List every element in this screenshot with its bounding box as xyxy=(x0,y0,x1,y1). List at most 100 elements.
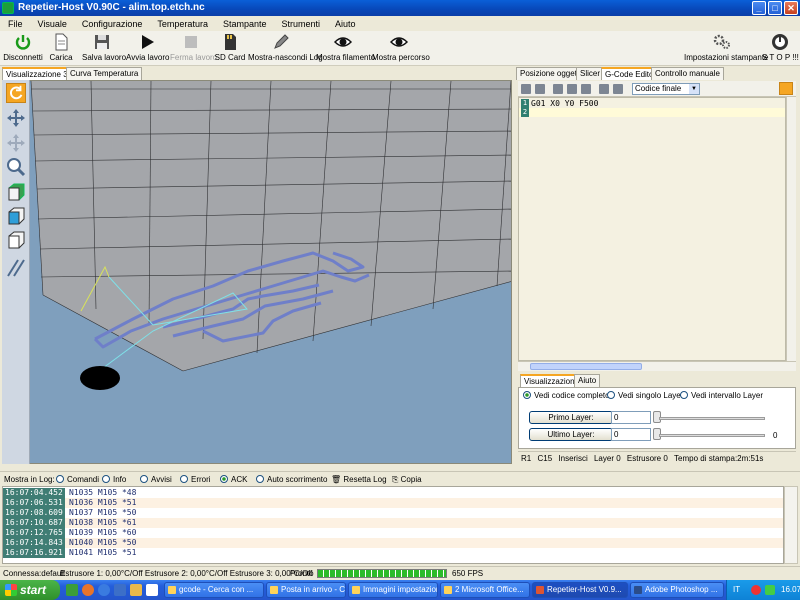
quicklaunch-icon[interactable] xyxy=(66,584,78,596)
menu-view[interactable]: Visuale xyxy=(30,16,74,31)
scroll-thumb[interactable] xyxy=(530,363,642,370)
filter-info[interactable]: Info xyxy=(102,475,126,485)
folder-icon[interactable] xyxy=(130,584,142,596)
editor-vertical-scrollbar[interactable] xyxy=(786,97,796,361)
zoom-icon[interactable] xyxy=(6,157,26,177)
rotate-icon[interactable] xyxy=(6,83,26,103)
tab-slicer[interactable]: Slicer xyxy=(576,67,605,80)
folder-icon xyxy=(352,586,360,594)
task-office[interactable]: 2 Microsoft Office... xyxy=(440,582,530,598)
cube-top-icon[interactable] xyxy=(6,206,26,226)
filter-errors[interactable]: Errori xyxy=(180,475,211,485)
cut-icon[interactable] xyxy=(553,84,563,94)
move-icon[interactable] xyxy=(6,108,26,128)
log-filter-bar: Mostra in Log: Comandi Info Avvisi Error… xyxy=(0,471,800,486)
copy-icon[interactable] xyxy=(567,84,577,94)
tab-help[interactable]: Aiuto xyxy=(574,374,601,387)
menu-temperature[interactable]: Temperatura xyxy=(149,16,215,31)
3d-viewport[interactable] xyxy=(2,80,512,464)
stop-job-button[interactable]: Ferma lavoro xyxy=(170,33,217,64)
paste-icon[interactable] xyxy=(581,84,591,94)
start-button[interactable]: start xyxy=(0,580,60,600)
eye-icon[interactable] xyxy=(779,82,793,95)
desktop-icon[interactable] xyxy=(146,584,158,596)
first-layer-button[interactable]: Primo Layer: xyxy=(529,411,613,424)
last-layer-spinner[interactable]: 0 xyxy=(611,428,651,441)
filter-auto-scroll[interactable]: Auto scorrimento xyxy=(256,475,327,485)
gears-icon xyxy=(713,34,730,49)
log-row: 16:07:04.452 N1035 M105 *48 xyxy=(3,488,137,498)
emergency-stop-button[interactable]: S T O P !!! xyxy=(762,33,799,64)
new-file-icon[interactable] xyxy=(521,84,531,94)
task-images[interactable]: Immagini impostazioni xyxy=(348,582,438,598)
sd-card-icon xyxy=(225,34,236,50)
browser-icon[interactable] xyxy=(98,584,110,596)
fps-counter: 650 FPS xyxy=(452,569,484,578)
filter-warnings[interactable]: Avvisi xyxy=(140,475,172,485)
disconnect-button[interactable]: Disconnetti xyxy=(2,33,44,64)
toggle-log-button[interactable]: Mostra-nascondi Log xyxy=(248,33,323,64)
menu-help[interactable]: Aiuto xyxy=(327,16,363,31)
network-icon[interactable] xyxy=(765,585,775,595)
show-path-button[interactable]: Mostra percorso xyxy=(372,33,430,64)
outlook-icon[interactable] xyxy=(114,584,126,596)
view-tool-strip xyxy=(2,80,30,464)
code-line[interactable]: G01 X0 Y0 F500 xyxy=(531,99,598,108)
load-button[interactable]: Carica xyxy=(44,33,78,64)
log-row: 16:07:16.921 N1041 M105 *51 xyxy=(3,548,137,558)
radio-single-layer[interactable]: Vedi singolo Layer xyxy=(607,391,683,401)
task-photoshop[interactable]: Adobe Photoshop ... xyxy=(630,582,724,598)
filter-ack[interactable]: ACK xyxy=(220,475,247,485)
undo-icon[interactable] xyxy=(599,84,609,94)
gcode-editor[interactable]: 1 G01 X0 Y0 F500 2 xyxy=(518,97,786,361)
app-icon xyxy=(444,586,452,594)
log-panel[interactable]: 16:07:04.452 N1035 M105 *48 16:07:06.531 N… xyxy=(2,486,784,564)
firefox-icon[interactable] xyxy=(82,584,94,596)
save-job-button[interactable]: Salva lavoro xyxy=(82,33,126,64)
maximize-button[interactable]: □ xyxy=(768,1,782,15)
parallel-view-icon[interactable] xyxy=(6,258,26,278)
save-icon[interactable] xyxy=(535,84,545,94)
minimize-button[interactable]: _ xyxy=(752,1,766,15)
eye-icon xyxy=(334,37,352,47)
code-type-select[interactable]: Codice finale ▼ xyxy=(632,83,700,95)
cube-side-icon[interactable] xyxy=(6,230,26,250)
line-number: 2 xyxy=(521,108,529,117)
tab-temperature-curve[interactable]: Curva Temperatura xyxy=(66,67,143,80)
last-layer-slider[interactable] xyxy=(659,434,765,437)
task-repetier[interactable]: Repetier-Host V0.9... xyxy=(532,582,628,598)
log-scrollbar[interactable] xyxy=(784,486,798,564)
start-job-button[interactable]: Avvia lavoro xyxy=(126,33,169,64)
pencil-icon xyxy=(274,34,289,49)
visualization-panel: Vedi codice completo Vedi singolo Layer … xyxy=(518,387,796,449)
language-indicator[interactable]: IT xyxy=(733,580,740,600)
build-plate-render xyxy=(30,81,511,390)
copy-log-button[interactable]: ⎘ Copia xyxy=(392,472,422,487)
last-layer-button[interactable]: Ultimo Layer: xyxy=(529,428,613,441)
status-bar: Connessa:default Estrusore 1: 0,00°C/Off… xyxy=(0,566,800,580)
filter-commands[interactable]: Comandi xyxy=(56,475,99,485)
redo-icon[interactable] xyxy=(613,84,623,94)
log-row: 16:07:06.531 N1036 M105 *51 xyxy=(3,498,783,508)
menu-printer[interactable]: Stampante xyxy=(215,16,274,31)
task-gcode-search[interactable]: gcode - Cerca con ... xyxy=(164,582,264,598)
editor-horizontal-scrollbar[interactable] xyxy=(518,361,796,371)
menu-tools[interactable]: Strumenti xyxy=(273,16,327,31)
task-inbox[interactable]: Posta in arrivo - Ca... xyxy=(266,582,346,598)
sd-card-button[interactable]: SD Card xyxy=(214,33,246,64)
close-button[interactable]: ✕ xyxy=(784,1,798,15)
move-object-icon[interactable] xyxy=(6,133,26,153)
view-tabs: Visualizzazione 3D Curva Temperatura xyxy=(2,67,512,80)
tab-manual-control[interactable]: Controllo manuale xyxy=(651,67,724,80)
menu-config[interactable]: Configurazione xyxy=(74,16,150,31)
printer-settings-button[interactable]: Impostazioni stampante xyxy=(684,33,769,64)
first-layer-slider[interactable] xyxy=(659,417,765,420)
first-layer-spinner[interactable]: 0 xyxy=(611,411,651,424)
tray-icon[interactable] xyxy=(751,585,761,595)
menu-file[interactable]: File xyxy=(0,16,30,31)
show-filament-button[interactable]: Mostra filamento xyxy=(316,33,375,64)
reset-log-button[interactable]: 🗑 Resetta Log xyxy=(331,472,387,487)
radio-layer-range[interactable]: Vedi intervallo Layer xyxy=(680,391,763,401)
radio-full-code[interactable]: Vedi codice completo xyxy=(523,391,610,401)
cube-front-icon[interactable] xyxy=(6,182,26,202)
